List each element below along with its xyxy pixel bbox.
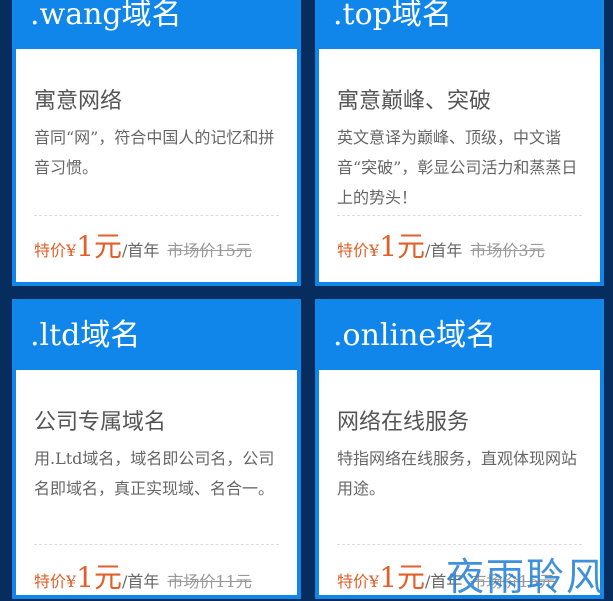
card-description: 音同“网”，符合中国人的记忆和拼音习惯。 <box>34 128 275 177</box>
market-price: 市场价3元 <box>470 241 545 260</box>
card-title: .wang域名 <box>30 0 182 32</box>
card-title: .top域名 <box>333 0 452 32</box>
price-value: 1元 <box>379 561 426 594</box>
card-description: 用.Ltd域名，域名即公司名，公司名即域名，真正实现域、名合一。 <box>34 449 275 498</box>
domain-card-ltd[interactable]: .ltd域名 公司专属域名 用.Ltd域名，域名即公司名，公司名即域名，真正实现… <box>12 299 301 599</box>
card-body: 公司专属域名 用.Ltd域名，域名即公司名，公司名即域名，真正实现域、名合一。 … <box>16 370 297 595</box>
market-price: 市场价15元 <box>167 241 252 260</box>
card-subtitle: 网络在线服务 <box>337 410 470 435</box>
card-subtitle: 寓意巅峰、突破 <box>337 89 492 114</box>
price-value: 1元 <box>76 561 123 594</box>
card-price: 特价¥1元/首年 市场价3元 <box>337 225 545 265</box>
card-divider <box>337 544 582 545</box>
price-unit: /首年 <box>122 241 160 260</box>
card-divider <box>337 215 582 216</box>
price-value: 1元 <box>76 230 123 263</box>
price-unit: /首年 <box>425 241 463 260</box>
price-prefix: 特价¥ <box>337 572 380 591</box>
domain-card-wang[interactable]: .wang域名 寓意网络 音同“网”，符合中国人的记忆和拼音习惯。 特价¥1元/… <box>12 0 301 286</box>
price-prefix: 特价¥ <box>337 241 380 260</box>
watermark-text: 夜雨聆风 <box>446 555 607 599</box>
card-body: 寓意巅峰、突破 英文意译为巅峰、顶级，中文谐音“突破”，彰显公司活力和蒸蒸日上的… <box>319 49 600 282</box>
card-price: 特价¥1元/首年 市场价15元 <box>34 225 252 265</box>
card-divider <box>34 544 279 545</box>
card-price: 特价¥1元/首年 市场价11元 <box>34 556 252 596</box>
domain-card-top[interactable]: .top域名 寓意巅峰、突破 英文意译为巅峰、顶级，中文谐音“突破”，彰显公司活… <box>315 0 604 286</box>
price-unit: /首年 <box>122 572 160 591</box>
card-description: 特指网络在线服务，直观体现网站用途。 <box>337 449 578 498</box>
market-price: 市场价11元 <box>167 572 252 591</box>
card-title: .ltd域名 <box>30 318 141 353</box>
card-title: .online域名 <box>333 318 497 353</box>
card-subtitle: 公司专属域名 <box>34 410 167 435</box>
price-value: 1元 <box>379 230 426 263</box>
price-prefix: 特价¥ <box>34 241 77 260</box>
price-prefix: 特价¥ <box>34 572 77 591</box>
card-divider <box>34 215 279 216</box>
card-body: 寓意网络 音同“网”，符合中国人的记忆和拼音习惯。 特价¥1元/首年 市场价15元 <box>16 49 297 282</box>
card-description: 英文意译为巅峰、顶级，中文谐音“突破”，彰显公司活力和蒸蒸日上的势头！ <box>337 128 578 207</box>
card-subtitle: 寓意网络 <box>34 89 123 114</box>
